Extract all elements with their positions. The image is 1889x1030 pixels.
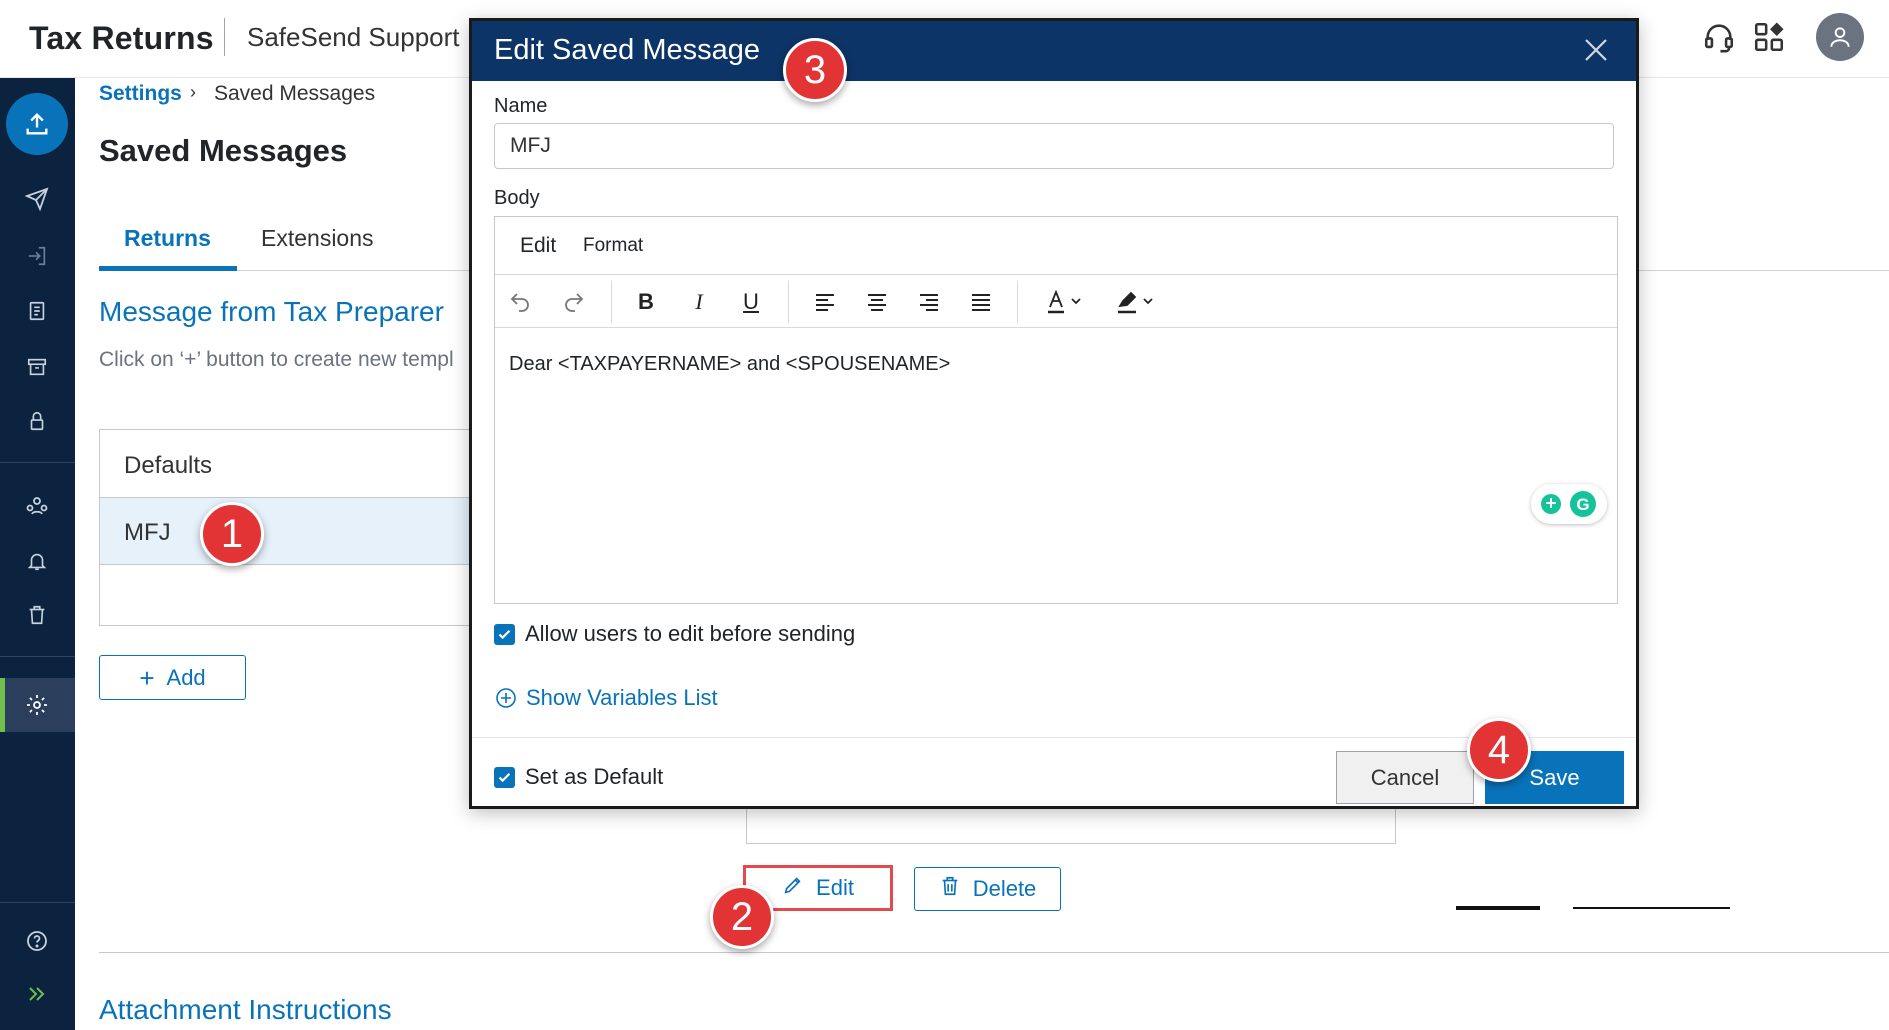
page-title: Saved Messages [99, 133, 348, 168]
company-name: SafeSend Support [247, 22, 460, 52]
redo-icon[interactable] [559, 287, 589, 317]
tab-returns[interactable]: Returns [124, 225, 211, 252]
grammarly-widget[interactable]: G [1531, 484, 1607, 524]
section-title-message: Message from Tax Preparer [99, 296, 444, 327]
sign-in-icon[interactable] [24, 243, 50, 269]
app-grid-icon[interactable] [1752, 20, 1786, 54]
set-default-label: Set as Default [525, 764, 664, 789]
cancel-button[interactable]: Cancel [1336, 751, 1474, 804]
editor-body-text[interactable]: Dear <TAXPAYERNAME> and <SPOUSENAME> [509, 353, 950, 376]
decorative-line [1573, 907, 1730, 909]
svg-text:G: G [1576, 495, 1589, 514]
plus-icon: + [139, 662, 155, 693]
archive-icon[interactable] [24, 354, 50, 380]
set-default-checkbox[interactable] [494, 766, 515, 788]
people-group-icon[interactable] [24, 493, 50, 519]
header-divider [224, 18, 225, 56]
breadcrumb-current: Saved Messages [214, 82, 376, 105]
set-default-row[interactable]: Set as Default [494, 764, 663, 790]
allow-edit-label: Allow users to edit before sending [525, 621, 856, 646]
step-badge-1: 1 [200, 502, 264, 566]
list-header: Defaults [100, 430, 480, 498]
active-tab-indicator [99, 266, 237, 271]
delete-button-label: Delete [972, 876, 1037, 901]
bell-icon[interactable] [24, 548, 50, 574]
expand-sidebar-icon[interactable] [24, 981, 50, 1007]
step-badge-2: 2 [710, 885, 774, 949]
saved-messages-list: Defaults MFJ [99, 429, 480, 626]
dialog-footer-divider [472, 737, 1636, 738]
decorative-line [1456, 906, 1540, 910]
list-item-mfj[interactable]: MFJ [100, 498, 480, 565]
show-variables-link[interactable]: Show Variables List [494, 685, 718, 711]
add-button-label: Add [166, 664, 206, 690]
align-right-icon[interactable] [914, 287, 944, 317]
step-badge-4: 4 [1467, 718, 1531, 782]
section-divider [99, 952, 1889, 953]
sidebar-divider [0, 902, 75, 903]
user-avatar[interactable] [1816, 13, 1864, 61]
italic-icon[interactable]: I [684, 287, 714, 317]
edit-saved-message-dialog: Edit Saved Message Name Body Edit Format… [469, 18, 1639, 809]
allow-edit-row[interactable]: Allow users to edit before sending [494, 621, 855, 647]
toolbar-divider [1017, 281, 1018, 323]
create-template-hint: Click on ‘+’ button to create new templ [99, 348, 454, 371]
lock-icon[interactable] [24, 408, 50, 434]
font-color-icon[interactable] [1043, 287, 1093, 317]
upload-button[interactable] [6, 93, 68, 155]
trash-icon[interactable] [24, 602, 50, 628]
editor-toolbar: B I U [495, 275, 1617, 328]
headset-icon[interactable] [1702, 20, 1736, 54]
send-icon[interactable] [24, 186, 50, 212]
app-title: Tax Returns [29, 20, 214, 56]
sidebar-divider [0, 462, 75, 463]
justify-icon[interactable] [966, 287, 996, 317]
sidebar [0, 78, 75, 1030]
toolbar-divider [611, 281, 612, 323]
delete-button[interactable]: Delete [914, 867, 1061, 911]
breadcrumb-settings-link[interactable]: Settings [99, 82, 182, 106]
trash-icon [939, 875, 961, 903]
close-icon[interactable] [1581, 35, 1613, 67]
highlight-icon[interactable] [1113, 287, 1163, 317]
document-icon[interactable] [24, 298, 50, 324]
allow-edit-checkbox[interactable] [494, 623, 515, 645]
editor-menubar: Edit Format [495, 217, 1617, 275]
show-variables-label: Show Variables List [526, 685, 718, 710]
dialog-header: Edit Saved Message [472, 21, 1636, 81]
gear-icon [24, 692, 50, 718]
tab-extensions[interactable]: Extensions [261, 225, 374, 252]
sidebar-divider [0, 656, 75, 657]
bold-icon[interactable]: B [631, 287, 661, 317]
plus-circle-icon [496, 688, 516, 708]
menu-format[interactable]: Format [583, 235, 643, 257]
rich-text-editor: Edit Format B I U Dear <TAXPAYERNAME> an… [494, 216, 1618, 604]
body-label: Body [494, 187, 540, 209]
pencil-icon [782, 874, 804, 902]
align-left-icon[interactable] [810, 287, 840, 317]
undo-icon[interactable] [505, 287, 535, 317]
breadcrumb-separator: › [190, 82, 196, 102]
toolbar-divider [788, 281, 789, 323]
align-center-icon[interactable] [862, 287, 892, 317]
section-title-attachments: Attachment Instructions [99, 994, 392, 1025]
name-input[interactable] [494, 123, 1614, 169]
help-icon[interactable] [24, 928, 50, 954]
edit-button-label: Edit [816, 875, 854, 900]
underline-icon[interactable]: U [736, 287, 766, 317]
add-button[interactable]: + Add [99, 655, 246, 700]
name-label: Name [494, 95, 548, 117]
step-badge-3: 3 [783, 38, 847, 102]
menu-edit[interactable]: Edit [520, 234, 556, 258]
dialog-title: Edit Saved Message [494, 34, 760, 66]
